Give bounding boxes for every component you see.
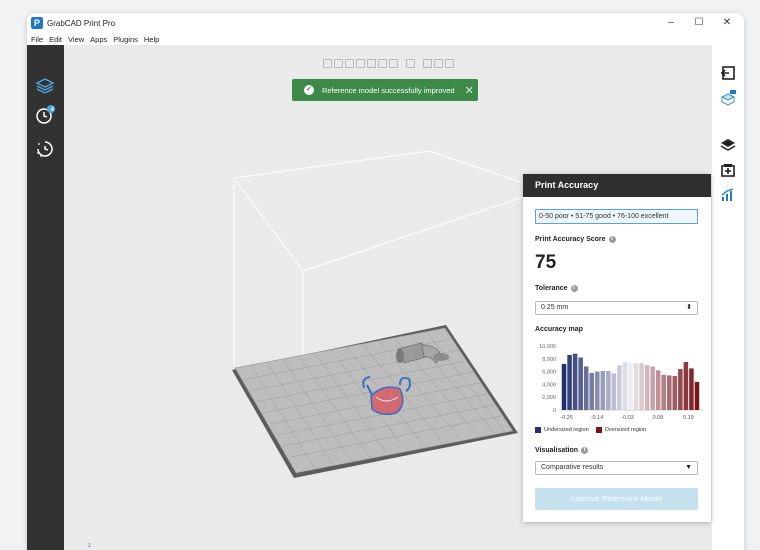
y-tick-label: 8,000 <box>542 357 556 363</box>
menu-apps[interactable]: Apps <box>90 35 107 44</box>
right-toolbar <box>712 45 744 550</box>
info-icon[interactable]: i <box>581 447 589 454</box>
tolerance-label-text: Tolerance <box>535 285 568 292</box>
add-folder-icon[interactable] <box>718 160 738 180</box>
close-button[interactable]: ✕ <box>716 15 738 31</box>
x-tick-label: -0.03 <box>621 415 634 421</box>
histogram-bar <box>578 357 583 410</box>
check-circle-icon: ✓ <box>304 85 314 95</box>
menu-bar: File Edit View Apps Plugins Help <box>27 33 159 45</box>
y-tick-label: 10,000 <box>539 344 556 350</box>
menu-plugins[interactable]: Plugins <box>113 35 138 44</box>
score-legend: 0-50 poor • 51-75 good • 76-100 excellen… <box>535 209 698 224</box>
histogram-bar <box>567 354 572 410</box>
score-label-text: Print Accuracy Score <box>535 236 606 243</box>
menu-help[interactable]: Help <box>144 35 159 44</box>
x-tick-label: -0.25 <box>560 415 573 421</box>
app-logo-icon: P <box>31 17 43 29</box>
accuracy-map-label: Accuracy map <box>535 326 583 333</box>
histogram-bar <box>689 368 694 410</box>
stepper-arrows-icon: ⬍ <box>686 304 692 311</box>
minimize-button[interactable]: – <box>660 15 682 31</box>
histogram-bar <box>655 370 661 410</box>
histogram-bar <box>639 363 644 410</box>
y-tick-label: 0 <box>553 408 556 414</box>
tolerance-select[interactable]: 0.25 mm ⬍ <box>535 301 698 315</box>
menu-file[interactable]: File <box>31 35 43 44</box>
loading-clock-icon[interactable] <box>32 137 58 161</box>
x-tick-label: 0.19 <box>683 415 694 421</box>
printer-cube-icon[interactable] <box>718 88 738 108</box>
histogram-bar <box>678 369 683 410</box>
success-toast: ✓ Reference model successfully improved … <box>292 79 478 101</box>
histogram-bar <box>622 362 628 410</box>
x-tick-label: -0.14 <box>591 415 604 421</box>
region-legend: Undersized region Oversized region <box>535 427 646 433</box>
histogram-bar <box>633 363 639 410</box>
tolerance-value: 0.25 mm <box>541 304 569 311</box>
histogram-bar <box>606 370 611 410</box>
histogram-bar <box>589 372 594 410</box>
histogram-bar <box>661 374 666 410</box>
window-title: GrabCAD Print Pro <box>47 18 116 28</box>
history-badge: 4 <box>51 107 54 113</box>
histogram-bar <box>672 376 678 410</box>
histogram-bar <box>611 373 617 410</box>
improve-reference-model-button[interactable]: Improve Reference Model <box>535 488 698 510</box>
score-value: 75 <box>535 252 557 273</box>
accuracy-map-label-text: Accuracy map <box>535 326 583 333</box>
toast-close-icon[interactable]: ✕ <box>465 84 474 97</box>
oversized-label: Oversized region <box>604 427 647 433</box>
tolerance-label: Tolerance i <box>535 285 578 292</box>
x-tick-label: 0.08 <box>653 415 664 421</box>
visualisation-select[interactable]: Comparative results ▼ <box>535 461 698 475</box>
menu-edit[interactable]: Edit <box>49 35 62 44</box>
undersized-swatch <box>535 427 541 433</box>
accuracy-chart-icon[interactable] <box>718 185 738 205</box>
oversized-swatch <box>595 427 602 433</box>
panel-title: Print Accuracy <box>523 174 711 197</box>
histogram-bar <box>583 366 589 410</box>
y-tick-label: 2,000 <box>542 395 556 401</box>
stack-layers-icon[interactable] <box>718 135 738 155</box>
histogram-bar <box>595 371 600 410</box>
axis-gizmo-icon: z <box>88 543 91 549</box>
info-icon[interactable]: i <box>608 236 616 243</box>
print-accuracy-panel: Print Accuracy 0-50 poor • 51-75 good • … <box>523 174 711 522</box>
histogram-bar <box>628 362 633 410</box>
histogram-bar <box>667 375 672 410</box>
undersized-label: Undersized region <box>544 427 589 433</box>
histogram-bar <box>694 381 700 410</box>
exit-icon[interactable] <box>718 63 738 83</box>
histogram-bar <box>683 362 689 410</box>
histogram-bar <box>572 353 578 410</box>
toast-message: Reference model successfully improved <box>322 85 455 95</box>
histogram-bar <box>561 363 567 410</box>
histogram-bar <box>644 365 650 410</box>
title-bar: P GrabCAD Print Pro – ☐ ✕ <box>27 13 744 33</box>
y-tick-label: 4,000 <box>542 382 556 388</box>
cube-layers-icon[interactable] <box>32 75 58 99</box>
left-toolbar: 4 <box>27 45 64 550</box>
histogram-bar <box>650 366 655 410</box>
menu-view[interactable]: View <box>68 35 84 44</box>
info-icon[interactable]: i <box>570 285 578 292</box>
y-tick-label: 6,000 <box>542 370 556 376</box>
visualisation-label-text: Visualisation <box>535 447 579 454</box>
score-label: Print Accuracy Score i <box>535 236 616 243</box>
visualisation-label: Visualisation i <box>535 447 589 454</box>
histogram-bar <box>617 365 622 410</box>
accuracy-histogram: 0 2,000 4,000 6,000 8,000 10,000 -0.25 -0.14 -0.… <box>539 344 703 421</box>
maximize-button[interactable]: ☐ <box>688 15 710 31</box>
history-clock-icon[interactable]: 4 <box>32 103 58 127</box>
visualisation-value: Comparative results <box>541 464 604 471</box>
histogram-bar <box>600 370 606 410</box>
chevron-down-icon: ▼ <box>685 464 692 471</box>
